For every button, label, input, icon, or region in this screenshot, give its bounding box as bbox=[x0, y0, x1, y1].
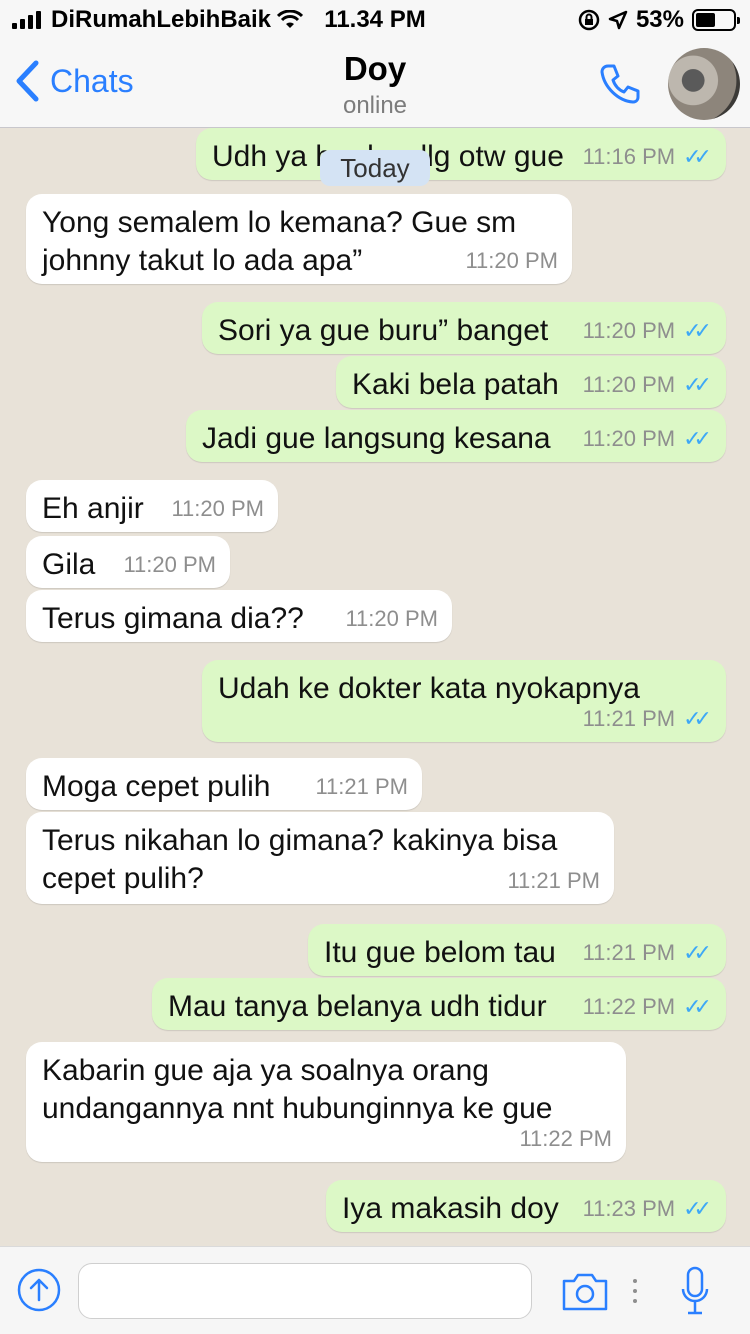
message-time: 11:20 PM bbox=[123, 552, 216, 577]
message-text: Kaki bela patah bbox=[352, 368, 559, 401]
message-text: Sori ya gue buru” banget bbox=[218, 314, 549, 347]
incoming-message[interactable]: Moga cepet pulih 11:21 PM bbox=[26, 758, 422, 810]
message-time: 11:21 PM bbox=[582, 940, 676, 965]
message-time: 11:16 PM bbox=[582, 144, 676, 169]
message-time: 11:20 PM bbox=[582, 318, 676, 343]
message-time: 11:20 PM bbox=[465, 248, 558, 273]
phone-icon[interactable] bbox=[596, 60, 644, 108]
message-text: Jadi gue langsung kesana bbox=[202, 422, 551, 455]
message-time: 11:21 PM bbox=[582, 706, 676, 731]
outgoing-message[interactable]: Jadi gue langsung kesana 11:20 PM ✓✓ bbox=[186, 410, 726, 462]
input-bar bbox=[0, 1246, 750, 1334]
outgoing-message[interactable]: Itu gue belom tau 11:21 PM ✓✓ bbox=[308, 924, 726, 976]
message-text: Terus gimana dia?? bbox=[42, 602, 304, 635]
double-check-icon: ✓✓ bbox=[683, 372, 712, 397]
message-meta: 11:22 PM ✓✓ bbox=[583, 988, 712, 1026]
dots-vertical-icon[interactable] bbox=[630, 1277, 640, 1307]
message-time: 11:20 PM bbox=[345, 606, 438, 631]
message-time: 11:20 PM bbox=[582, 426, 676, 451]
double-check-icon: ✓✓ bbox=[683, 318, 712, 343]
microphone-icon[interactable] bbox=[680, 1265, 710, 1317]
message-meta: 11:23 PM ✓✓ bbox=[583, 1190, 712, 1228]
message-time: 11:20 PM bbox=[171, 496, 264, 521]
outgoing-message[interactable]: Sori ya gue buru” banget 11:20 PM ✓✓ bbox=[202, 302, 726, 354]
message-meta: 11:22 PM bbox=[519, 1120, 612, 1158]
message-text: Eh anjir bbox=[42, 492, 144, 525]
message-meta: 11:20 PM bbox=[465, 242, 558, 280]
message-time: 11:20 PM bbox=[582, 372, 676, 397]
camera-icon[interactable] bbox=[560, 1269, 610, 1313]
incoming-message[interactable]: Gila 11:20 PM bbox=[26, 536, 230, 588]
message-input[interactable] bbox=[78, 1263, 532, 1319]
incoming-message[interactable]: Terus nikahan lo gimana? kakinya bisa ce… bbox=[26, 812, 614, 904]
message-time: 11:22 PM bbox=[582, 994, 676, 1019]
outgoing-message[interactable]: Udh ya bro berdlg otw gue11:16 PM✓✓ bbox=[196, 128, 726, 180]
incoming-message[interactable]: Kabarin gue aja ya soalnya orang undanga… bbox=[26, 1042, 626, 1162]
incoming-message[interactable]: Eh anjir 11:20 PM bbox=[26, 480, 278, 532]
battery-icon bbox=[692, 9, 740, 31]
outgoing-message[interactable]: Iya makasih doy 11:23 PM ✓✓ bbox=[326, 1180, 726, 1232]
double-check-icon: ✓✓ bbox=[683, 1196, 712, 1221]
status-right: 53% bbox=[578, 6, 740, 34]
location-icon bbox=[608, 10, 628, 30]
message-meta: 11:20 PM ✓✓ bbox=[583, 420, 712, 458]
double-check-icon: ✓✓ bbox=[683, 426, 712, 451]
incoming-message[interactable]: Terus gimana dia?? 11:20 PM bbox=[26, 590, 452, 642]
message-time: 11:21 PM bbox=[507, 868, 600, 893]
arrow-up-circle-icon[interactable] bbox=[16, 1267, 62, 1313]
outgoing-message[interactable]: Mau tanya belanya udh tidur 11:22 PM ✓✓ bbox=[152, 978, 726, 1030]
avatar[interactable] bbox=[668, 48, 740, 120]
double-check-icon: ✓✓ bbox=[683, 994, 712, 1019]
double-check-icon: ✓✓ bbox=[683, 144, 712, 169]
message-meta: 11:21 PM ✓✓ bbox=[583, 934, 712, 972]
rotation-lock-icon bbox=[578, 9, 600, 31]
incoming-message[interactable]: Yong semalem lo kemana? Gue sm johnny ta… bbox=[26, 194, 572, 284]
message-text: Mau tanya belanya udh tidur bbox=[168, 990, 547, 1023]
message-time: 11:22 PM bbox=[519, 1126, 612, 1151]
chat-header: Chats Doy online bbox=[0, 40, 750, 128]
outgoing-message[interactable]: Udah ke dokter kata nyokapnya 11:21 PM ✓✓ bbox=[202, 660, 726, 742]
message-meta: 11:20 PM bbox=[345, 600, 438, 638]
message-meta: 11:16 PM ✓✓ bbox=[583, 138, 712, 176]
message-meta: 11:20 PM bbox=[171, 490, 264, 528]
status-bar: DiRumahLebihBaik 11.34 PM 53% bbox=[0, 0, 750, 40]
message-text: Iya makasih doy bbox=[342, 1192, 559, 1225]
message-text: Itu gue belom tau bbox=[324, 936, 556, 969]
message-meta: 11:21 PM bbox=[507, 862, 600, 900]
battery-percent: 53% bbox=[635, 6, 684, 33]
message-time: 11:21 PM bbox=[315, 774, 408, 799]
message-meta: 11:21 PM ✓✓ bbox=[583, 700, 712, 738]
message-meta: 11:20 PM bbox=[123, 546, 216, 584]
message-meta: 11:20 PM ✓✓ bbox=[583, 312, 712, 350]
message-meta: 11:21 PM bbox=[315, 768, 408, 806]
double-check-icon: ✓✓ bbox=[683, 706, 712, 731]
chat-area[interactable]: Udh ya bro berdlg otw gue11:16 PM✓✓Yong … bbox=[0, 128, 750, 1246]
message-time: 11:23 PM bbox=[582, 1196, 676, 1221]
message-text: Moga cepet pulih bbox=[42, 770, 271, 803]
outgoing-message[interactable]: Kaki bela patah 11:20 PM ✓✓ bbox=[336, 356, 726, 408]
double-check-icon: ✓✓ bbox=[683, 940, 712, 965]
message-meta: 11:20 PM ✓✓ bbox=[583, 366, 712, 404]
message-text: Gila bbox=[42, 548, 96, 581]
message-text: Kabarin gue aja ya soalnya orang undanga… bbox=[42, 1054, 553, 1125]
date-chip: Today bbox=[320, 150, 430, 186]
